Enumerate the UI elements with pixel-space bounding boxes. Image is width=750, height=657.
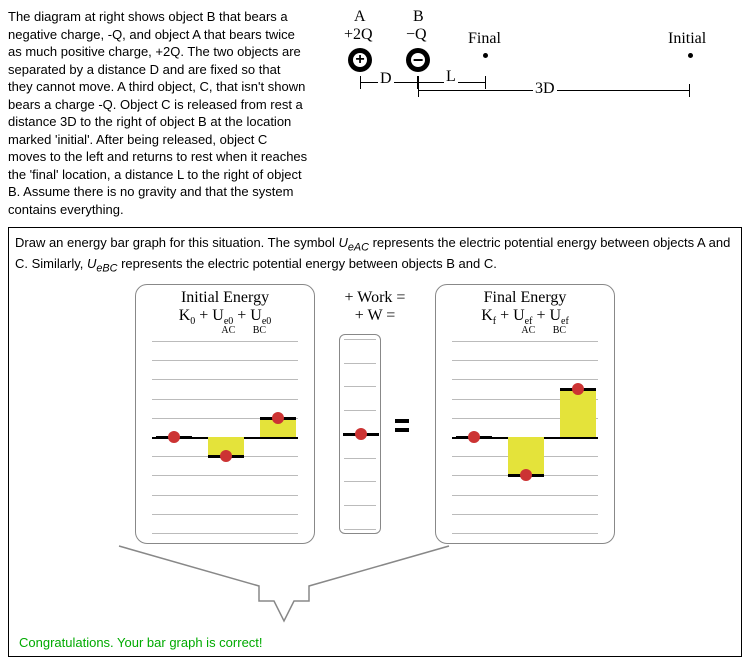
final-grid bbox=[452, 341, 598, 533]
marker-UefAC[interactable] bbox=[520, 469, 532, 481]
final-chart-terms: Kf + Uef + Uef bbox=[436, 307, 614, 327]
question-panel: Draw an energy bar graph for this situat… bbox=[8, 227, 742, 657]
final-chart-title: Final Energy bbox=[436, 289, 614, 307]
marker-Ue0AC[interactable] bbox=[220, 450, 232, 462]
label-A: A bbox=[354, 8, 366, 26]
positive-charge-icon bbox=[348, 48, 372, 72]
marker-W[interactable] bbox=[355, 428, 367, 440]
problem-statement: The diagram at right shows object B that… bbox=[8, 8, 308, 219]
charge-A: +2Q bbox=[344, 26, 373, 44]
initial-grid bbox=[152, 341, 298, 533]
charge-B: −Q bbox=[406, 26, 427, 44]
final-dot-icon bbox=[483, 53, 488, 58]
question-text: Draw an energy bar graph for this situat… bbox=[15, 234, 735, 276]
work-header-2: + W = bbox=[315, 307, 435, 325]
bar-UefBC[interactable] bbox=[560, 389, 596, 437]
marker-K0[interactable] bbox=[168, 431, 180, 443]
setup-diagram: A B +2Q −Q Final Initial D L 3D bbox=[318, 8, 742, 219]
initial-label: Initial bbox=[668, 30, 706, 48]
initial-chart-subterms: AC BC bbox=[136, 325, 314, 336]
marker-UefBC[interactable] bbox=[572, 383, 584, 395]
dim-L-label: L bbox=[444, 68, 458, 86]
initial-chart-terms: K0 + Ue0 + Ue0 bbox=[136, 307, 314, 327]
initial-dot-icon bbox=[688, 53, 693, 58]
final-energy-chart[interactable]: Final Energy Kf + Uef + Uef AC BC bbox=[435, 284, 615, 544]
work-header-1: + Work = bbox=[315, 289, 435, 307]
dim-D-label: D bbox=[378, 70, 394, 88]
marker-Ue0BC[interactable] bbox=[272, 412, 284, 424]
work-column: + Work = + W = bbox=[315, 284, 435, 574]
final-label: Final bbox=[468, 30, 501, 48]
dim-3D-label: 3D bbox=[533, 80, 557, 98]
initial-chart-title: Initial Energy bbox=[136, 289, 314, 307]
work-chart[interactable] bbox=[339, 334, 381, 534]
marker-Kf[interactable] bbox=[468, 431, 480, 443]
equals-icon bbox=[395, 414, 409, 437]
negative-charge-icon bbox=[406, 48, 430, 72]
label-B: B bbox=[413, 8, 424, 26]
final-chart-subterms: AC BC bbox=[436, 325, 614, 336]
congratulations-message: Congratulations. Your bar graph is corre… bbox=[19, 635, 263, 650]
initial-energy-chart[interactable]: Initial Energy K0 + Ue0 + Ue0 AC BC bbox=[135, 284, 315, 544]
